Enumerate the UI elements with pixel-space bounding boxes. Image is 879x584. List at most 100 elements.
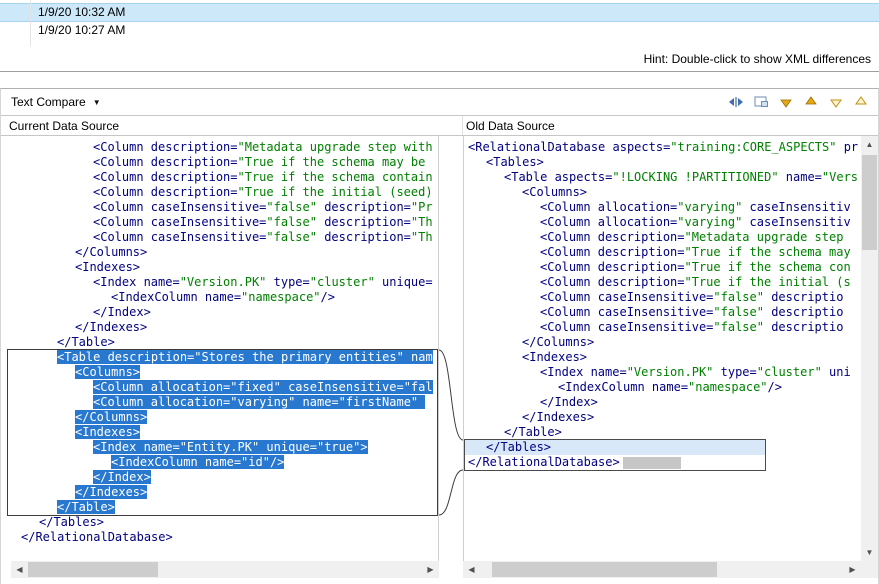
code-line[interactable]: <Index name="Version.PK" type="cluster" …: [468, 365, 861, 380]
code-line[interactable]: <Column caseInsensitive="false" descript…: [468, 305, 861, 320]
code-line[interactable]: <Columns>: [468, 185, 861, 200]
code-line[interactable]: </RelationalDatabase>: [468, 455, 861, 470]
next-change-button[interactable]: [825, 91, 847, 113]
code-line[interactable]: <Column caseInsensitive="false" descript…: [21, 230, 438, 245]
code-line[interactable]: <Column description="True if the schema …: [468, 245, 861, 260]
code-line[interactable]: </Index>: [468, 395, 861, 410]
code-line[interactable]: </Table>: [21, 500, 438, 515]
code-line[interactable]: <Column description="True if the schema …: [21, 170, 438, 185]
code-line[interactable]: <Column description="True if the initial…: [468, 275, 861, 290]
code-line[interactable]: <Column caseInsensitive="false" descript…: [21, 200, 438, 215]
scrollbar-corner: [861, 561, 878, 578]
left-code-lines: <Column description="Metadata upgrade st…: [21, 140, 438, 545]
code-line[interactable]: </Columns>: [468, 335, 861, 350]
previous-change-button[interactable]: [850, 91, 872, 113]
history-timestamp: 1/9/20 10:32 AM: [38, 5, 125, 19]
code-line[interactable]: <Index name="Version.PK" type="cluster" …: [21, 275, 438, 290]
vertical-scroll-thumb[interactable]: [862, 155, 877, 250]
code-line[interactable]: <Indexes>: [468, 350, 861, 365]
previous-difference-icon: [803, 94, 819, 110]
spacer: [1, 578, 878, 584]
hint-text: Hint: Double-click to show XML differenc…: [644, 52, 871, 66]
copy-changes-button[interactable]: [750, 91, 772, 113]
previous-difference-button[interactable]: [800, 91, 822, 113]
code-line[interactable]: </Index>: [21, 470, 438, 485]
diff-connector-gutter: [439, 136, 463, 561]
compare-mode-label: Text Compare: [11, 95, 86, 109]
code-line[interactable]: <Columns>: [21, 365, 438, 380]
code-line[interactable]: <Indexes>: [21, 260, 438, 275]
compare-toolbar-icons: [725, 91, 872, 113]
code-line[interactable]: </Indexes>: [21, 320, 438, 335]
right-horizontal-scrollbar[interactable]: ◀ ▶: [463, 561, 861, 578]
code-line[interactable]: </Columns>: [21, 410, 438, 425]
code-line[interactable]: <IndexColumn name="namespace"/>: [21, 290, 438, 305]
compare-toolbar: Text Compare ▼: [1, 89, 878, 115]
history-row[interactable]: 1/9/20 10:27 AM: [0, 22, 879, 41]
code-line[interactable]: <Index name="Entity.PK" unique="true">: [21, 440, 438, 455]
swap-panes-icon: [728, 94, 744, 110]
scroll-down-arrow[interactable]: ▼: [861, 544, 878, 561]
left-pane-title: Current Data Source: [1, 116, 463, 135]
scroll-left-arrow[interactable]: ◀: [11, 561, 28, 578]
horizontal-scrollbars: ◀ ▶ ◀ ▶: [1, 561, 878, 578]
swap-panes-button[interactable]: [725, 91, 747, 113]
next-difference-icon: [778, 94, 794, 110]
spacer: [0, 72, 879, 88]
diff-connector-lines: [439, 136, 463, 561]
code-line[interactable]: <Column description="True if the schema …: [21, 155, 438, 170]
left-code-pane[interactable]: <Column description="Metadata upgrade st…: [1, 136, 439, 561]
code-line[interactable]: <Table aspects="!LOCKING !PARTITIONED" n…: [468, 170, 861, 185]
code-line[interactable]: </Indexes>: [21, 485, 438, 500]
code-line[interactable]: <Tables>: [468, 155, 861, 170]
right-code-lines: <RelationalDatabase aspects="training:CO…: [468, 140, 861, 470]
right-pane-title: Old Data Source: [463, 116, 878, 135]
code-line[interactable]: <Column allocation="fixed" caseInsensiti…: [21, 380, 438, 395]
next-difference-button[interactable]: [775, 91, 797, 113]
spacer: [1, 561, 11, 578]
right-hscroll-track[interactable]: [480, 561, 844, 578]
code-line[interactable]: <IndexColumn name="namespace"/>: [468, 380, 861, 395]
code-line[interactable]: </RelationalDatabase>: [21, 530, 438, 545]
scroll-right-arrow[interactable]: ▶: [844, 561, 861, 578]
code-line[interactable]: </Table>: [21, 335, 438, 350]
chevron-down-icon: ▼: [93, 98, 101, 107]
right-hscroll-thumb[interactable]: [492, 562, 717, 577]
code-line[interactable]: <Column caseInsensitive="false" descript…: [468, 290, 861, 305]
scroll-left-arrow[interactable]: ◀: [463, 561, 480, 578]
code-line[interactable]: <Column description="Metadata upgrade st…: [468, 230, 861, 245]
code-line[interactable]: <RelationalDatabase aspects="training:CO…: [468, 140, 861, 155]
code-line[interactable]: </Indexes>: [468, 410, 861, 425]
code-line[interactable]: <Column allocation="varying" caseInsensi…: [468, 200, 861, 215]
scroll-up-arrow[interactable]: ▲: [861, 136, 878, 153]
diff-placeholder-block: [623, 457, 681, 469]
compare-editor: Text Compare ▼: [0, 88, 879, 584]
scroll-right-arrow[interactable]: ▶: [422, 561, 439, 578]
compare-mode-dropdown[interactable]: Text Compare ▼: [11, 95, 101, 109]
hint-bar: Hint: Double-click to show XML differenc…: [0, 46, 879, 72]
history-row[interactable]: 1/9/20 10:32 AM: [0, 3, 879, 22]
right-code-pane[interactable]: <RelationalDatabase aspects="training:CO…: [463, 136, 861, 561]
vertical-scrollbar[interactable]: ▲ ▼: [861, 136, 878, 561]
code-line[interactable]: </Tables>: [21, 515, 438, 530]
code-line[interactable]: <Column allocation="varying" caseInsensi…: [468, 215, 861, 230]
left-hscroll-thumb[interactable]: [28, 562, 158, 577]
code-line[interactable]: <Column caseInsensitive="false" descript…: [21, 215, 438, 230]
vertical-scroll-track[interactable]: [861, 153, 878, 544]
code-line[interactable]: <Column description="True if the initial…: [21, 185, 438, 200]
code-line[interactable]: </Columns>: [21, 245, 438, 260]
code-line[interactable]: <Column caseInsensitive="false" descript…: [468, 320, 861, 335]
left-horizontal-scrollbar[interactable]: ◀ ▶: [11, 561, 439, 578]
compare-panes: <Column description="Metadata upgrade st…: [1, 136, 878, 561]
code-line[interactable]: </Table>: [468, 425, 861, 440]
code-line[interactable]: <Column description="Metadata upgrade st…: [21, 140, 438, 155]
code-line[interactable]: <Column description="True if the schema …: [468, 260, 861, 275]
history-timestamp: 1/9/20 10:27 AM: [38, 23, 125, 37]
code-line[interactable]: <Indexes>: [21, 425, 438, 440]
code-line[interactable]: </Index>: [21, 305, 438, 320]
code-line[interactable]: <Column allocation="varying" name="first…: [21, 395, 438, 410]
code-line[interactable]: </Tables>: [468, 440, 861, 455]
code-line[interactable]: <Table description="Stores the primary e…: [21, 350, 438, 365]
left-hscroll-track[interactable]: [28, 561, 422, 578]
code-line[interactable]: <IndexColumn name="id"/>: [21, 455, 438, 470]
